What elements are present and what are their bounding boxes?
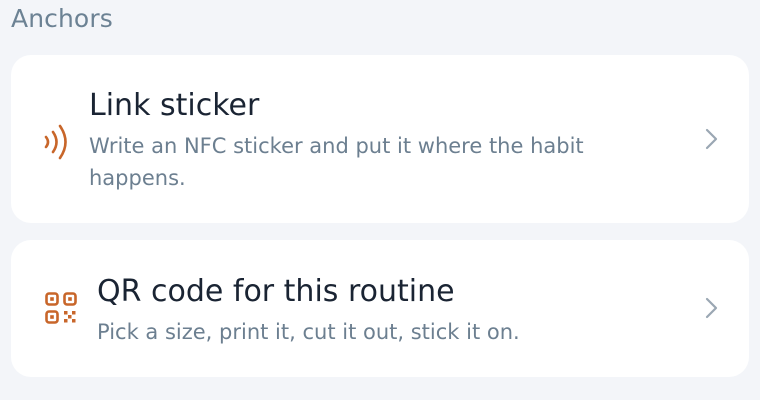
qr-code-subtitle: Pick a size, print it, cut it out, stick… <box>97 320 520 344</box>
link-sticker-card[interactable]: Link sticker Write an NFC sticker and pu… <box>11 55 749 223</box>
section-header: Anchors <box>11 4 113 33</box>
qr-code-icon <box>45 292 77 324</box>
link-sticker-title: Link sticker <box>89 88 260 123</box>
link-sticker-subtitle: Write an NFC sticker and put it where th… <box>89 134 584 190</box>
nfc-icon <box>44 124 67 160</box>
qr-code-card[interactable]: QR code for this routine Pick a size, pr… <box>11 240 749 377</box>
chevron-right-icon <box>705 128 718 150</box>
qr-code-title: QR code for this routine <box>97 274 455 309</box>
chevron-right-icon <box>705 297 718 319</box>
